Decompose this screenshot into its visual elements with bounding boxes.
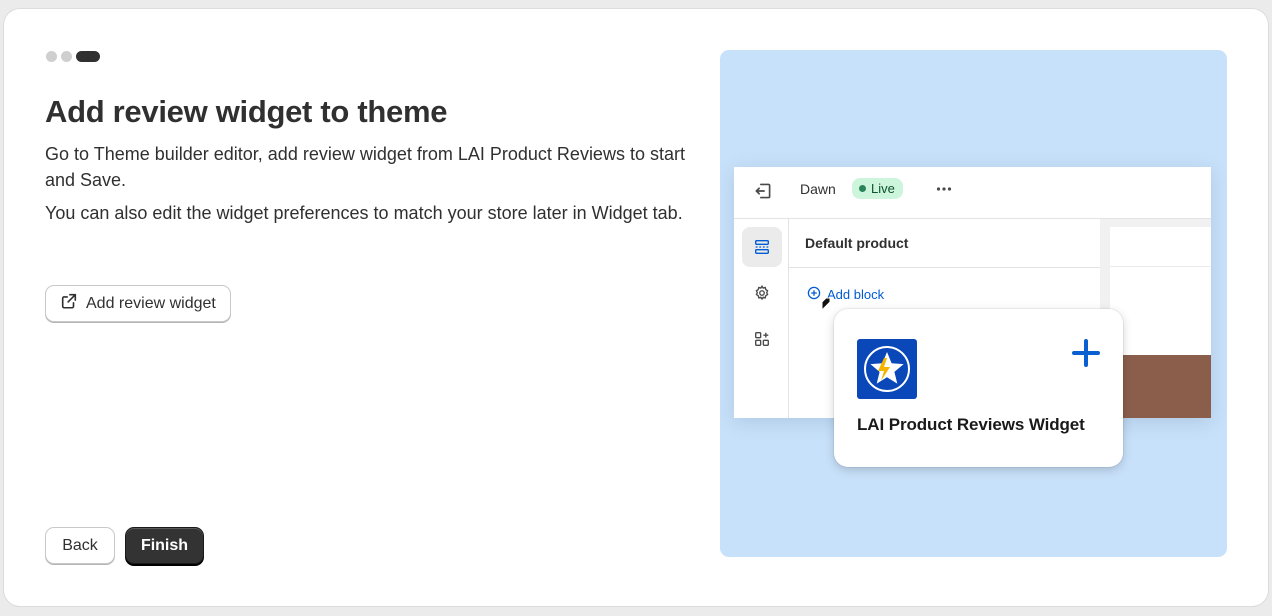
exit-icon <box>752 180 774 207</box>
app-block-name: LAI Product Reviews Widget <box>857 415 1085 434</box>
live-badge-label: Live <box>871 181 895 196</box>
live-dot-icon <box>859 185 866 192</box>
plus-icon <box>1070 337 1102 374</box>
theme-editor-illustration: Dawn Live Default product Add block LAI … <box>720 50 1227 557</box>
step-dot-1 <box>46 51 57 62</box>
step-dot-2 <box>61 51 72 62</box>
mouse-cursor-icon <box>821 297 833 316</box>
lai-star-logo <box>857 339 917 399</box>
description-line-1: Go to Theme builder editor, add review w… <box>45 144 685 190</box>
add-block-label: Add block <box>827 287 885 302</box>
preview-divider <box>1110 266 1211 267</box>
onboarding-card: Add review widget to theme Go to Theme b… <box>4 9 1268 606</box>
panel-title: Default product <box>805 235 909 251</box>
panel-divider <box>789 267 1100 268</box>
store-theme-name: Dawn <box>800 181 836 197</box>
add-block-link: Add block <box>806 285 884 304</box>
step-indicator <box>46 51 100 62</box>
add-review-widget-label: Add review widget <box>86 294 216 312</box>
more-horizontal-icon <box>934 179 954 204</box>
step-dot-3-active <box>76 51 100 62</box>
sections-icon <box>742 227 782 267</box>
finish-button[interactable]: Finish <box>125 527 204 564</box>
back-button[interactable]: Back <box>45 527 115 564</box>
app-block-popup: LAI Product Reviews Widget <box>834 309 1123 467</box>
plus-circle-icon <box>806 285 822 304</box>
live-status-badge: Live <box>852 178 903 199</box>
editor-topbar: Dawn Live <box>734 167 1211 219</box>
preview-image <box>1110 355 1211 418</box>
apps-icon <box>742 319 782 359</box>
editor-sidebar <box>734 219 789 418</box>
description-line-2: You can also edit the widget preferences… <box>45 203 683 223</box>
settings-gear-icon <box>742 273 782 313</box>
external-link-icon <box>60 292 78 315</box>
add-review-widget-button[interactable]: Add review widget <box>45 285 231 322</box>
page-title: Add review widget to theme <box>45 94 448 129</box>
